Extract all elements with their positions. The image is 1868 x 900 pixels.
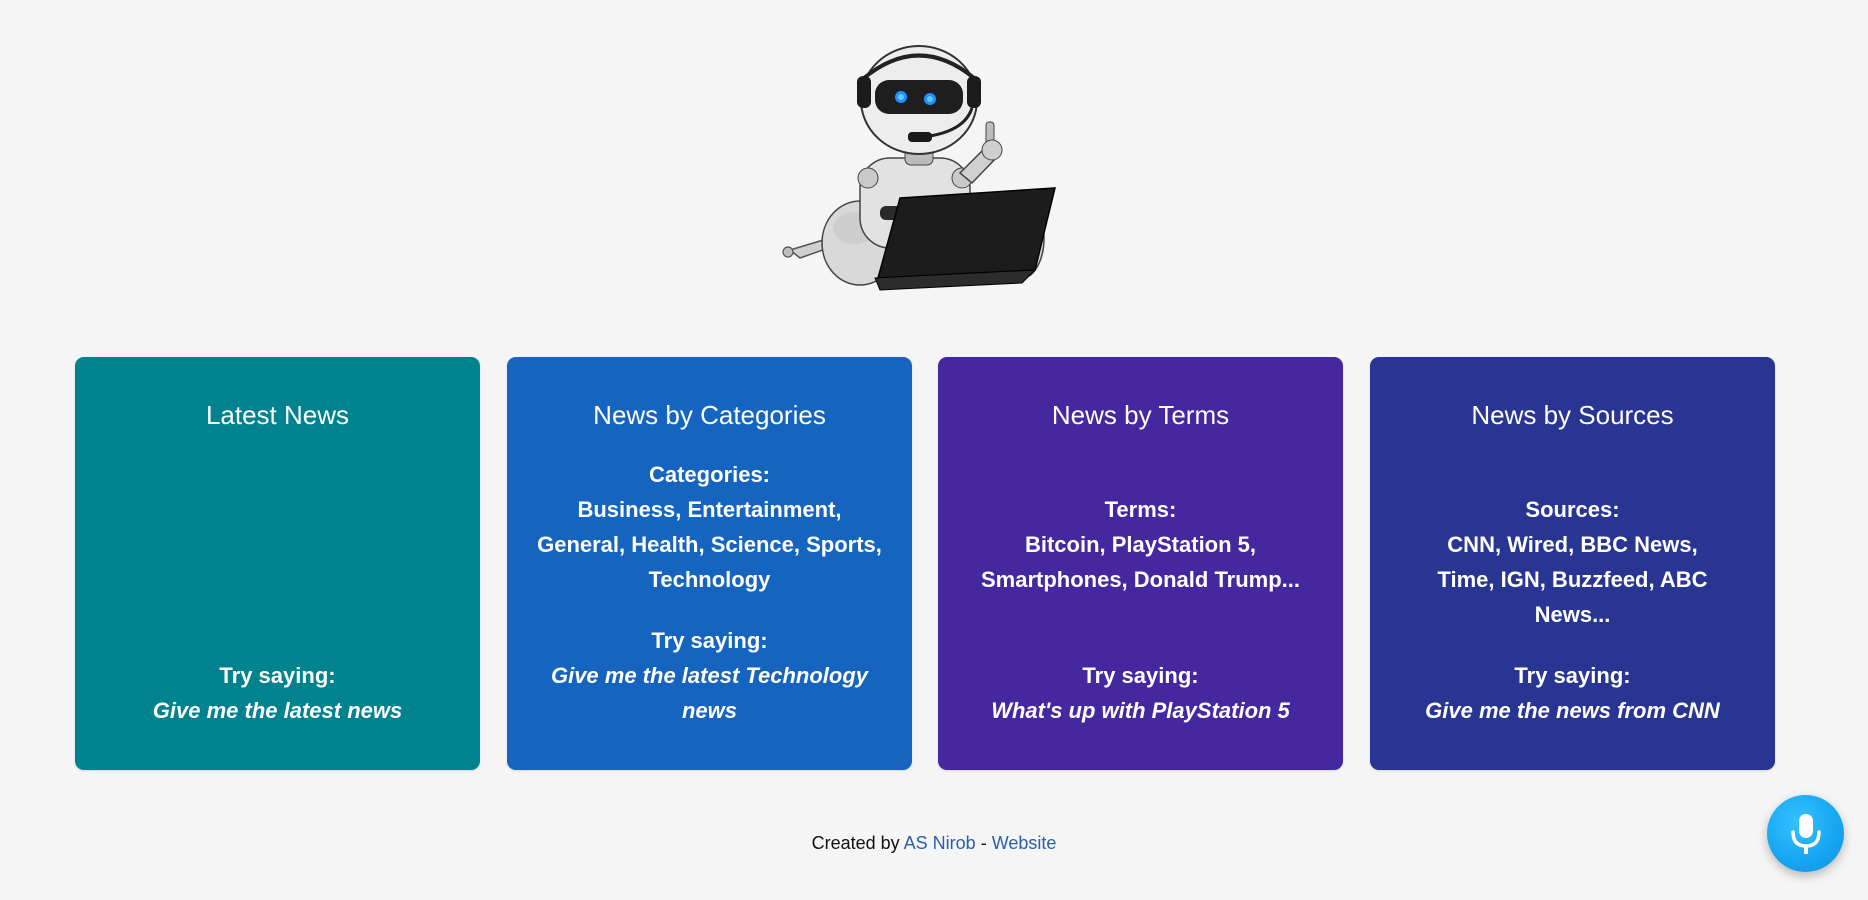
terms-list: Bitcoin, PlayStation 5, Smartphones, Don… xyxy=(980,532,1301,592)
try-saying: Try saying: Give me the news from CNN xyxy=(1392,658,1753,728)
categories-list: Business, Entertainment, General, Health… xyxy=(537,497,882,592)
card-title: News by Categories xyxy=(593,400,826,430)
card-news-by-sources[interactable]: News by Sources Sources: CNN, Wired, BBC… xyxy=(1370,357,1775,770)
footer-prefix: Created by xyxy=(811,833,900,853)
robot-with-laptop-icon xyxy=(782,45,1056,291)
feature-cards: Latest News Try saying: Give me the late… xyxy=(75,357,1775,770)
sources-list: CNN, Wired, BBC News, Time, IGN, Buzzfee… xyxy=(1437,532,1708,627)
try-saying-label: Try saying: xyxy=(219,663,336,688)
card-latest-news[interactable]: Latest News Try saying: Give me the late… xyxy=(75,357,480,770)
card-title: Latest News xyxy=(205,400,350,430)
sources-label: Sources: xyxy=(1525,497,1620,522)
try-saying: Try saying: Give me the latest news xyxy=(97,658,458,728)
terms-label: Terms: xyxy=(1104,497,1177,522)
website-link[interactable]: Website xyxy=(992,833,1057,853)
try-saying: Try saying: Give me the latest Technolog… xyxy=(529,623,890,728)
try-saying-phrase: Give me the latest news xyxy=(152,698,403,723)
author-link[interactable]: AS Nirob xyxy=(904,833,976,853)
try-saying-label: Try saying: xyxy=(651,628,768,653)
microphone-button[interactable] xyxy=(1767,795,1844,872)
try-saying-label: Try saying: xyxy=(1082,663,1199,688)
card-news-by-categories[interactable]: News by Categories Categories: Business,… xyxy=(507,357,912,770)
card-title: News by Terms xyxy=(1051,400,1230,430)
footer: Created by AS Nirob - Website xyxy=(0,833,1868,854)
card-title: News by Sources xyxy=(1471,400,1674,430)
try-saying-phrase: Give me the latest Technology news xyxy=(550,663,869,723)
footer-separator: - xyxy=(980,833,987,853)
try-saying-phrase: Give me the news from CNN xyxy=(1425,698,1720,723)
try-saying-label: Try saying: xyxy=(1514,663,1631,688)
card-info: Categories: Business, Entertainment, Gen… xyxy=(535,457,884,597)
card-info: Terms: Bitcoin, PlayStation 5, Smartphon… xyxy=(978,492,1303,597)
categories-label: Categories: xyxy=(648,462,771,487)
try-saying-phrase: What's up with PlayStation 5 xyxy=(991,698,1290,723)
robot-illustration xyxy=(760,38,1090,298)
microphone-icon xyxy=(1790,813,1821,854)
card-news-by-terms[interactable]: News by Terms Terms: Bitcoin, PlayStatio… xyxy=(938,357,1343,770)
page: Latest News Try saying: Give me the late… xyxy=(0,0,1868,900)
try-saying: Try saying: What's up with PlayStation 5 xyxy=(960,658,1321,728)
card-info: Sources: CNN, Wired, BBC News, Time, IGN… xyxy=(1420,492,1725,632)
